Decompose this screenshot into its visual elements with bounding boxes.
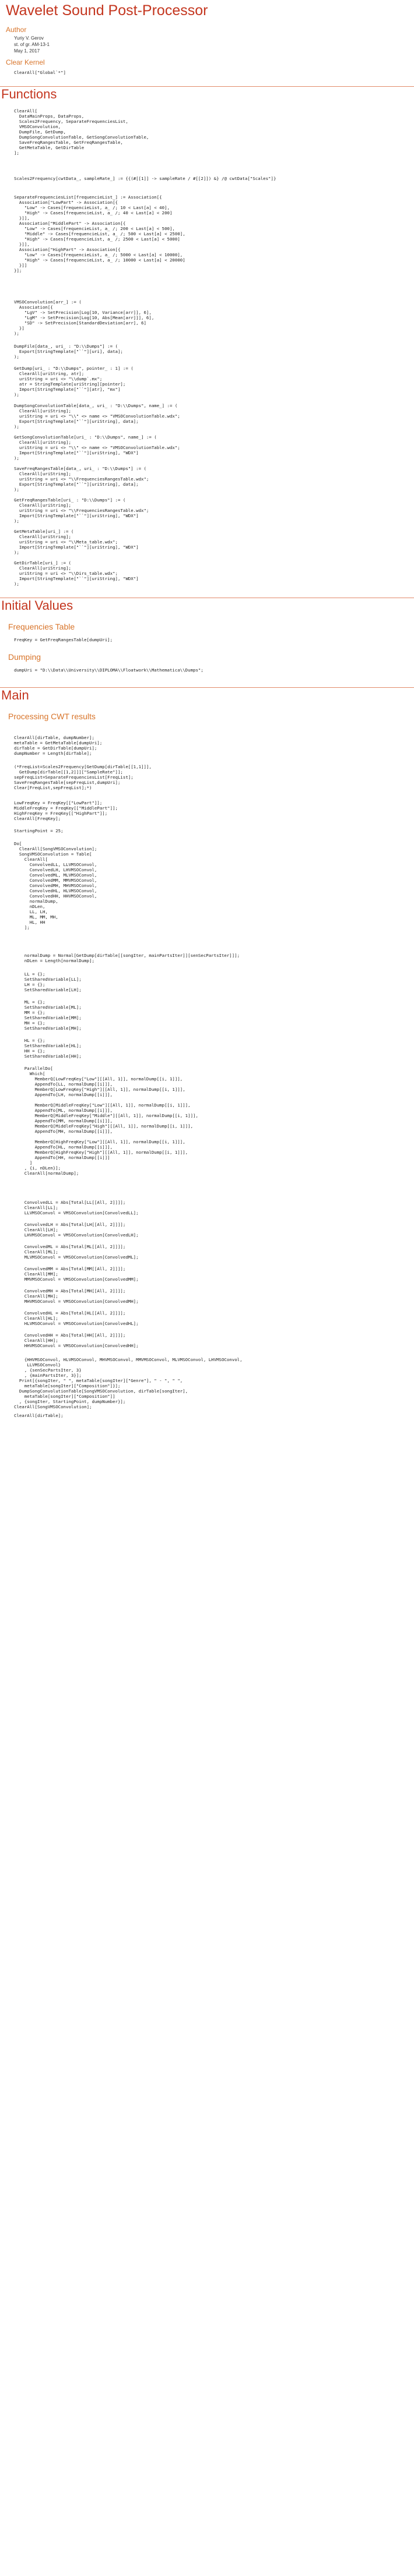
main-cell-middle-vars[interactable]: ML = {}; SetSharedVariable[ML]; MM = {};… [14,999,399,1031]
initial-values-heading: Initial Values [0,598,414,613]
functions-cell-getfreqranges[interactable]: GetFreqRangesTable[uri_ : "D:\\Dumps"] :… [14,497,399,524]
functions-cell-dumpsongconvolution[interactable]: DumpSongConvolutionTable[data_, uri_ : "… [14,403,399,429]
main-cell-convolved-mh[interactable]: ConvolvedMH = Abs[Total[MH[[All, 2]]]]; … [14,1288,399,1304]
functions-cell-separatefrequencies[interactable]: SeparateFrequenciesList[frequencieList_]… [14,195,399,273]
functions-cell-getsongconvolution[interactable]: GetSongConvolutionTable[uri_ : "D:\\Dump… [14,434,399,461]
dumping-code[interactable]: dumpUri = "D:\\Data\\University\\DIPLOMA… [14,667,399,673]
main-cell-clear-dirtable[interactable]: ClearAll[dirTable]; [14,1413,399,1418]
main-cell-convolved-hh[interactable]: ConvolvedHH = Abs[Total[HH[[All, 2]]]]; … [14,1333,399,1348]
main-cell-convolved-mm[interactable]: ConvolvedMM = Abs[Total[MM[[All, 2]]]]; … [14,1266,399,1282]
functions-cell-savefreqranges[interactable]: SaveFreqRangesTable[data_, uri_ : "D:\\D… [14,466,399,492]
functions-heading: Functions [0,86,414,102]
processing-cwt-heading: Processing CWT results [8,712,96,721]
main-heading: Main [0,687,414,703]
functions-cell-scales2frequency[interactable]: Scales2Frequency[cwtData_, sampleRate_] … [14,176,399,181]
author-group: st. of gr. AM-13-1 [14,42,50,47]
functions-cell-clearall[interactable]: ClearAll[ DataMainProps, DataProps, Scal… [14,108,399,156]
main-cell-high-vars[interactable]: HL = {}; SetSharedVariable[HL]; HH = {};… [14,1038,399,1059]
main-cell-freqkeys[interactable]: LowFreqKey = FreqKey[["LowPart"]]; Middl… [14,800,399,821]
clear-kernel-code[interactable]: ClearAll["Global`*"] [14,70,399,75]
functions-cell-dumpfile[interactable]: DumpFile[data_, uri_ : "D:\\Dumps"] := (… [14,344,399,359]
functions-cell-getdump[interactable]: GetDump[uri_ : "D:\\Dumps", pointer_ : 1… [14,366,399,397]
main-cell-commented[interactable]: (*FreqList=Scales2Frequency[GetDump[dirT… [14,764,399,790]
author-date: May 1, 2017 [14,48,40,54]
main-cell-low-vars[interactable]: LL = {}; SetSharedVariable[LL]; LH = {};… [14,971,399,992]
notebook-title: Wavelet Sound Post-Processor [6,2,208,19]
main-cell-convolved-lh[interactable]: ConvolvedLH = Abs[Total[LH[[All, 2]]]]; … [14,1222,399,1238]
main-cell-convolved-hl[interactable]: ConvolvedHL = Abs[Total[HL[[All, 2]]]]; … [14,1310,399,1326]
functions-cell-getmetatable[interactable]: GetMetaTable[uri_] := ( ClearAll[uriStri… [14,529,399,555]
functions-cell-getdirtable[interactable]: GetDirTable[uri_] := ( ClearAll[uriStrin… [14,560,399,586]
main-cell-normaldump[interactable]: normalDump = Normal[GetDump[dirTable[[so… [14,953,399,963]
main-cell-tables[interactable]: ClearAll[dirTable, dumpNumber]; metaTabl… [14,735,399,756]
frequencies-table-code[interactable]: FreqKey = GetFreqRangesTable[dumpUri]; [14,637,399,642]
main-cell-startingpoint[interactable]: StartingPoint = 25; [14,828,399,833]
main-cell-results-print[interactable]: {HHVMSOConvol, HLVMSOConvol, MHVMSOConvo… [14,1357,399,1409]
main-cell-do-loop[interactable]: Do[ ClearAll[SongVMSOConvolution]; SongV… [14,841,399,930]
author-heading: Author [6,26,27,34]
functions-cell-vmsoconvolution[interactable]: VMSOConvolution[arr_] := ( Association[{… [14,299,399,336]
notebook-page: Wavelet Sound Post-Processor Author Yuri… [0,0,414,2576]
frequencies-table-heading: Frequencies Table [8,622,75,631]
main-cell-paralleldo[interactable]: ParallelDo[ Which[ MemberQ[LowFreqKey["L… [14,1066,399,1176]
dumping-heading: Dumping [8,652,41,662]
main-cell-convolved-ml[interactable]: ConvolvedML = Abs[Total[ML[[All, 2]]]]; … [14,1244,399,1260]
clear-kernel-heading: Clear Kernel [6,58,45,66]
author-name: Yuriy V. Gerov [14,36,44,41]
main-cell-convolved-ll[interactable]: ConvolvedLL = Abs[Total[LL[[All, 2]]]]; … [14,1200,399,1215]
